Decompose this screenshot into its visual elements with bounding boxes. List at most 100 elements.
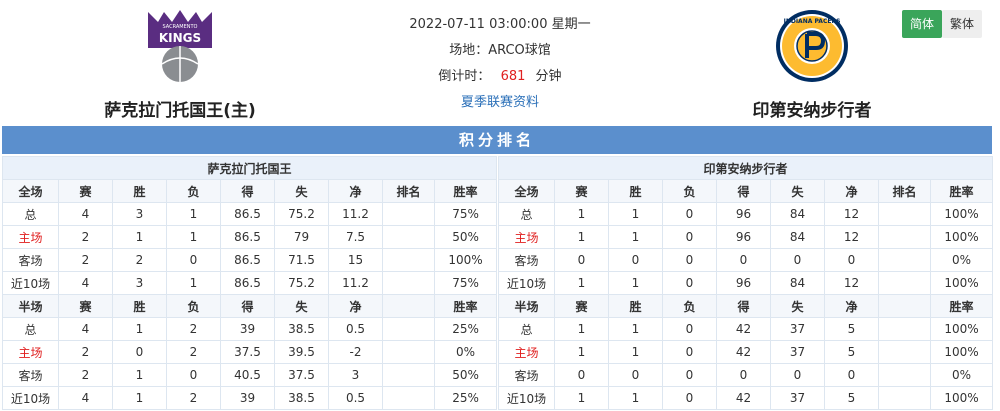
- simplified-chinese-button[interactable]: 简体: [902, 10, 943, 38]
- table-header-cell: 失: [770, 294, 825, 318]
- traditional-chinese-button[interactable]: 繁体: [942, 10, 983, 38]
- table-cell: 0: [770, 248, 825, 272]
- table-row: 主场 2 1 1 86.5 79 7.5 50%: [2, 225, 498, 249]
- table-cell: 1: [608, 386, 663, 410]
- row-category-cell: 客场: [498, 248, 555, 272]
- table-cell: 1: [166, 225, 221, 249]
- table-cell: [382, 386, 435, 410]
- table-cell: 15: [328, 248, 383, 272]
- table-header-cell: 胜率: [929, 179, 994, 203]
- row-category-cell: 总: [2, 317, 59, 341]
- table-cell: [878, 248, 931, 272]
- table-cell: 37: [770, 386, 825, 410]
- table-header-cell: 半场: [498, 294, 555, 318]
- table-cell: 86.5: [220, 225, 275, 249]
- table-cell: 25%: [433, 317, 498, 341]
- home-half-header: 半场赛胜负得失净 胜率: [2, 294, 498, 318]
- table-cell: [878, 225, 931, 249]
- table-cell: 1: [554, 340, 609, 364]
- svg-text:SACRAMENTO: SACRAMENTO: [163, 24, 198, 30]
- table-cell: 37: [770, 340, 825, 364]
- table-cell: 1: [608, 317, 663, 341]
- table-header-row: 半场赛胜负得失净 胜率: [498, 294, 994, 318]
- row-category-cell: 总: [498, 317, 555, 341]
- table-cell: 1: [166, 202, 221, 226]
- kings-logo[interactable]: SACRAMENTO KINGS: [142, 8, 218, 84]
- table-header-cell: 净: [328, 294, 383, 318]
- table-cell: 0: [608, 248, 663, 272]
- table-header-cell: 失: [770, 179, 825, 203]
- table-cell: 0: [166, 363, 221, 387]
- table-cell: 100%: [929, 225, 994, 249]
- table-cell: 1: [112, 317, 167, 341]
- table-cell: 37.5: [220, 340, 275, 364]
- table-cell: 86.5: [220, 271, 275, 295]
- table-cell: 1: [112, 225, 167, 249]
- table-cell: 50%: [433, 225, 498, 249]
- countdown-label: 倒计时：: [438, 69, 491, 84]
- match-header: SACRAMENTO KINGS 萨克拉门托国王(主) 2022-07-11 0…: [0, 0, 1000, 126]
- table-cell: 0: [554, 363, 609, 387]
- table-cell: 0%: [929, 248, 994, 272]
- table-cell: 4: [58, 202, 113, 226]
- table-cell: 4: [58, 271, 113, 295]
- row-category-cell: 总: [498, 202, 555, 226]
- table-cell: 84: [770, 225, 825, 249]
- table-cell: 12: [824, 202, 879, 226]
- language-toggle: 简体 繁体: [902, 10, 983, 38]
- away-standings-panel: 印第安纳步行者 全场赛胜负得失净排名 胜率 总 1 1 0 96 84 12 100% 主场 1 1 0…: [497, 156, 994, 410]
- table-cell: 0: [166, 248, 221, 272]
- table-header-cell: 胜率: [433, 294, 498, 318]
- table-cell: 75%: [433, 271, 498, 295]
- table-cell: 100%: [929, 202, 994, 226]
- table-cell: 75.2: [274, 202, 329, 226]
- table-header-cell: 净: [824, 294, 879, 318]
- table-header-cell: 赛: [554, 294, 609, 318]
- match-info: 2022-07-11 03:00:00 星期一 场地：ARCO球馆 倒计时： 6…: [340, 12, 660, 116]
- table-header-cell: 得: [716, 294, 771, 318]
- table-cell: 1: [112, 386, 167, 410]
- table-header-cell: 赛: [554, 179, 609, 203]
- away-full-rows: 总 1 1 0 96 84 12 100% 主场 1 1 0 96 84 12 100% 客场 0 0 0 0 0 0 0% 近…: [498, 202, 994, 295]
- table-cell: 3: [328, 363, 383, 387]
- match-datetime: 2022-07-11 03:00:00 星期一: [409, 17, 591, 32]
- table-cell: 40.5: [220, 363, 275, 387]
- table-header-cell: 排名: [382, 179, 435, 203]
- table-cell: [382, 271, 435, 295]
- table-cell: [382, 248, 435, 272]
- table-cell: [878, 386, 931, 410]
- table-cell: 0: [662, 340, 717, 364]
- table-header-cell: 负: [166, 179, 221, 203]
- table-cell: 0: [554, 248, 609, 272]
- table-cell: 4: [58, 317, 113, 341]
- countdown-value: 681: [500, 69, 526, 84]
- row-category-cell: 主场: [498, 340, 555, 364]
- table-cell: 86.5: [220, 248, 275, 272]
- table-header-cell: 胜率: [433, 179, 498, 203]
- table-cell: 11.2: [328, 271, 383, 295]
- table-cell: 39: [220, 317, 275, 341]
- home-team-name[interactable]: 萨克拉门托国王(主): [80, 96, 280, 121]
- table-cell: 7.5: [328, 225, 383, 249]
- table-header-cell: 负: [166, 294, 221, 318]
- table-header-cell: [878, 294, 931, 318]
- table-cell: 42: [716, 317, 771, 341]
- table-cell: 2: [166, 317, 221, 341]
- table-cell: 42: [716, 340, 771, 364]
- table-cell: 3: [112, 271, 167, 295]
- table-cell: 86.5: [220, 202, 275, 226]
- pacers-logo[interactable]: INDIANA PACERS: [774, 8, 850, 84]
- away-team-name[interactable]: 印第安纳步行者: [712, 96, 912, 121]
- table-cell: 79: [274, 225, 329, 249]
- table-header-cell: 全场: [498, 179, 555, 203]
- table-header-cell: 负: [662, 294, 717, 318]
- match-venue: 场地：ARCO球馆: [449, 43, 551, 58]
- table-cell: 0: [662, 363, 717, 387]
- table-cell: 2: [58, 340, 113, 364]
- table-cell: 0: [662, 317, 717, 341]
- table-cell: 0: [662, 386, 717, 410]
- row-category-cell: 总: [2, 202, 59, 226]
- league-info-link[interactable]: 夏季联赛资料: [461, 95, 539, 110]
- table-cell: [878, 271, 931, 295]
- table-header-row: 全场赛胜负得失净排名 胜率: [498, 179, 994, 203]
